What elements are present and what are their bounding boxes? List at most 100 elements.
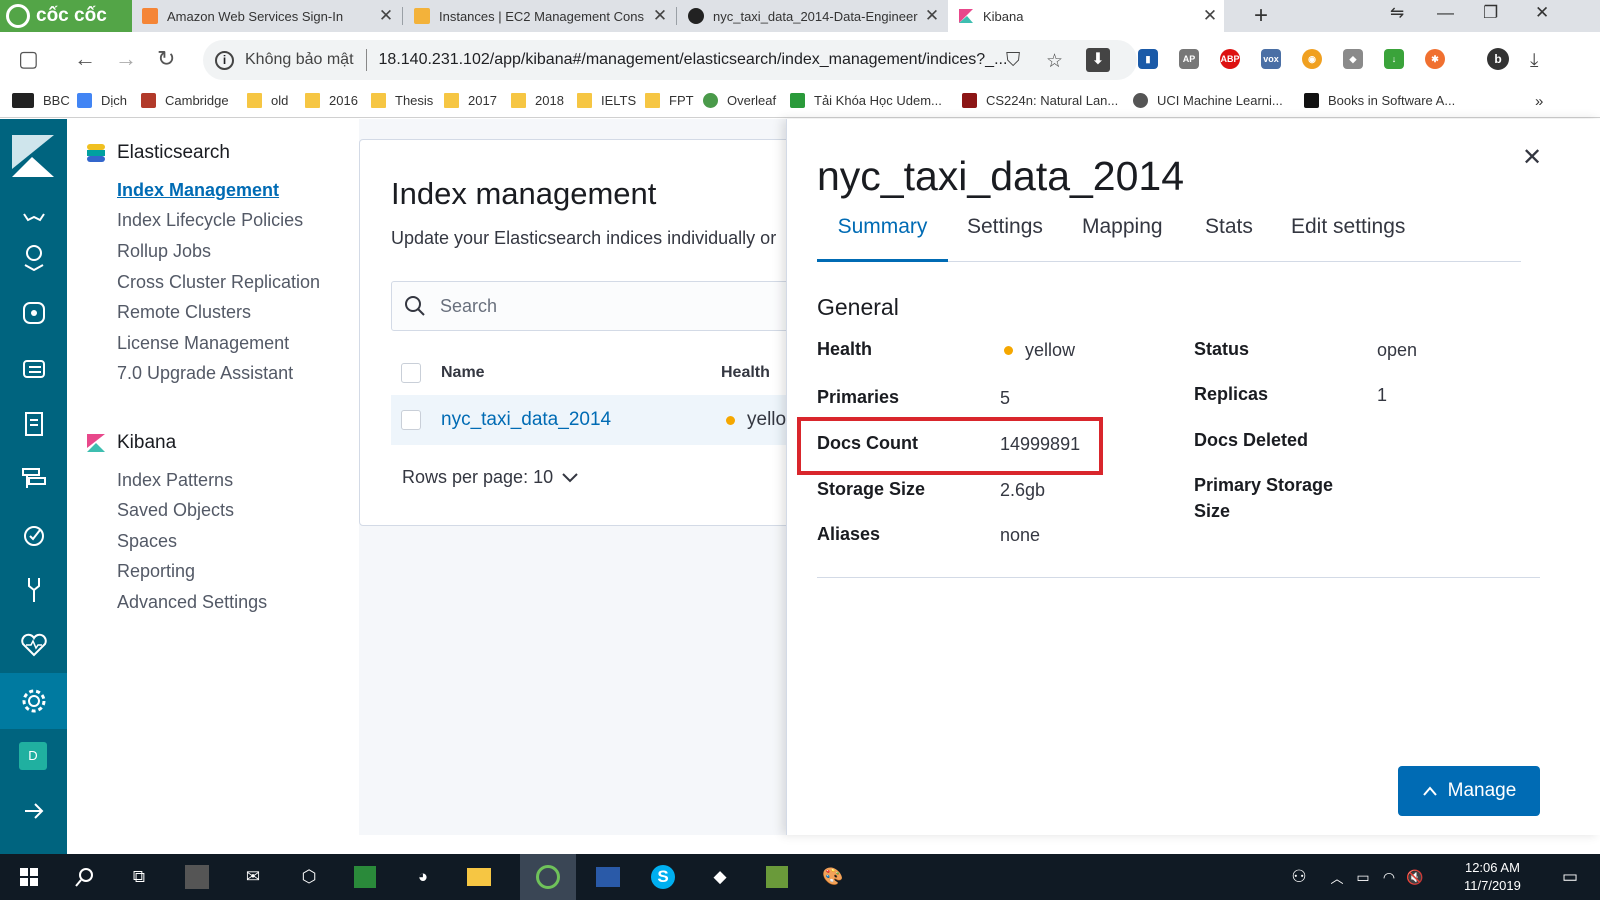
powershell-icon[interactable]: [593, 862, 623, 892]
tab-summary[interactable]: Summary: [817, 215, 948, 262]
address-bar[interactable]: i Không bảo mật 18.140.231.102/app/kiban…: [203, 40, 1137, 80]
bookmark-2018[interactable]: 2018: [511, 93, 564, 108]
monitoring-icon[interactable]: [19, 630, 49, 660]
share-extension-icon[interactable]: ✱: [1425, 49, 1445, 69]
nav-rollup-jobs[interactable]: Rollup Jobs: [117, 241, 211, 262]
coccoc-browser-icon[interactable]: [533, 862, 563, 892]
tab-github[interactable]: nyc_taxi_data_2014-Data-Engineer ✕: [678, 0, 946, 32]
bookmark-books[interactable]: Books in Software A...: [1304, 93, 1455, 108]
nav-advanced-settings[interactable]: Advanced Settings: [117, 592, 267, 613]
chrome-extension-icon[interactable]: ◉: [1302, 49, 1322, 69]
cisco-vpn-icon[interactable]: [350, 862, 380, 892]
adblock-extension-icon[interactable]: ABP: [1220, 49, 1240, 69]
nav-saved-objects[interactable]: Saved Objects: [117, 500, 234, 521]
close-icon[interactable]: ✕: [376, 6, 396, 26]
discover-icon[interactable]: [19, 202, 49, 232]
tab-mapping[interactable]: Mapping: [1082, 215, 1163, 262]
new-tab-icon[interactable]: +: [1254, 2, 1268, 30]
nav-spaces[interactable]: Spaces: [117, 531, 177, 552]
bookmark-old[interactable]: old: [247, 93, 288, 108]
profile-avatar[interactable]: b: [1487, 48, 1509, 70]
sidebar-toggle-icon[interactable]: ▢: [18, 46, 39, 72]
bookmark-cs224n[interactable]: CS224n: Natural Lan...: [962, 93, 1118, 108]
nav-license-management[interactable]: License Management: [117, 333, 289, 354]
forward-icon[interactable]: →: [115, 46, 137, 72]
taskbar-search-icon[interactable]: [70, 862, 100, 892]
tab-aws-signin[interactable]: Amazon Web Services Sign-In ✕: [132, 0, 400, 32]
download-extension-icon[interactable]: ↓: [1384, 49, 1404, 69]
paint-icon[interactable]: 🎨: [818, 862, 848, 892]
nav-upgrade-assistant[interactable]: 7.0 Upgrade Assistant: [117, 363, 293, 384]
photo-app-icon[interactable]: [762, 862, 792, 892]
virtualbox-icon[interactable]: ⬡: [294, 862, 324, 892]
kibana-logo-icon[interactable]: [12, 135, 54, 185]
row-checkbox[interactable]: [401, 410, 421, 430]
notifications-icon[interactable]: ▭: [1555, 862, 1585, 892]
apm-icon[interactable]: [19, 464, 49, 494]
nav-cross-cluster-replication[interactable]: Cross Cluster Replication: [117, 272, 320, 293]
user-avatar[interactable]: D: [19, 742, 47, 770]
bookmark-udemy[interactable]: Tải Khóa Học Udem...: [790, 93, 942, 108]
expand-nav-icon[interactable]: [19, 796, 49, 826]
tab-search-icon[interactable]: ⇋: [1390, 3, 1404, 23]
index-name-link[interactable]: nyc_taxi_data_2014: [441, 409, 726, 431]
info-icon[interactable]: i: [215, 50, 234, 70]
logs-icon[interactable]: [19, 409, 49, 439]
bookmark-bbc[interactable]: BBC: [12, 93, 70, 108]
url-text[interactable]: 18.140.231.102/app/kibana#/management/el…: [379, 51, 1019, 69]
bookmark-overleaf[interactable]: Overleaf: [703, 93, 776, 108]
nav-index-management[interactable]: Index Management: [117, 180, 279, 201]
shield-icon[interactable]: ⛉: [1006, 50, 1020, 72]
star-icon[interactable]: ☆: [1046, 50, 1063, 73]
dev-tools-icon[interactable]: [19, 575, 49, 605]
ml-icon[interactable]: [19, 298, 49, 328]
nav-index-patterns[interactable]: Index Patterns: [117, 470, 233, 491]
infrastructure-icon[interactable]: [19, 354, 49, 384]
mail-icon[interactable]: ✉: [238, 862, 268, 892]
task-view-icon[interactable]: ⧉: [124, 862, 154, 892]
search-box[interactable]: [391, 281, 799, 331]
bookmark-dich[interactable]: Dịch: [77, 93, 127, 108]
manage-button[interactable]: Manage: [1398, 766, 1540, 816]
window-close-icon[interactable]: ✕: [1535, 3, 1549, 23]
bookmark-2016[interactable]: 2016: [305, 93, 358, 108]
minimize-icon[interactable]: —: [1437, 3, 1454, 23]
column-name[interactable]: Name: [441, 364, 721, 382]
bookmark-ielts[interactable]: IELTS: [577, 93, 636, 108]
vox-extension-icon[interactable]: vox: [1261, 49, 1281, 69]
file-explorer-icon[interactable]: [464, 862, 494, 892]
skype-icon[interactable]: S: [648, 862, 678, 892]
nav-remote-clusters[interactable]: Remote Clusters: [117, 302, 251, 323]
tab-edit-settings[interactable]: Edit settings: [1291, 215, 1405, 262]
uptime-icon[interactable]: [19, 520, 49, 550]
tab-settings[interactable]: Settings: [967, 215, 1043, 262]
restore-icon[interactable]: ❐: [1483, 3, 1498, 23]
column-health[interactable]: Health: [721, 364, 770, 382]
tab-stats[interactable]: Stats: [1205, 215, 1253, 262]
git-icon[interactable]: ◆: [705, 862, 735, 892]
close-icon[interactable]: ✕: [922, 6, 942, 26]
bookmark-2017[interactable]: 2017: [444, 93, 497, 108]
downloads-icon[interactable]: ⤓: [1530, 50, 1538, 72]
reload-icon[interactable]: ↻: [157, 46, 175, 72]
bookmark-thesis[interactable]: Thesis: [371, 93, 433, 108]
close-icon[interactable]: ✕: [1200, 6, 1220, 26]
bookmark-fpt[interactable]: FPT: [645, 93, 694, 108]
bookmark-cambridge[interactable]: Cambridge: [141, 93, 229, 108]
search-input[interactable]: [440, 295, 740, 317]
people-icon[interactable]: ⚇: [1284, 862, 1314, 892]
download-page-icon[interactable]: ⬇: [1086, 48, 1110, 72]
nav-index-lifecycle-policies[interactable]: Index Lifecycle Policies: [117, 210, 303, 231]
bookmark-uci[interactable]: UCI Machine Learni...: [1133, 93, 1283, 108]
tab-kibana[interactable]: Kibana ✕: [948, 0, 1224, 32]
ap-extension-icon[interactable]: AP: [1179, 49, 1199, 69]
texmaker-icon[interactable]: [182, 862, 212, 892]
browser-brand[interactable]: cốc cốc: [0, 0, 132, 32]
nav-reporting[interactable]: Reporting: [117, 561, 195, 582]
close-flyout-icon[interactable]: ✕: [1522, 143, 1542, 172]
rows-per-page-selector[interactable]: Rows per page: 10: [402, 467, 579, 488]
tab-ec2-instances[interactable]: Instances | EC2 Management Cons ✕: [404, 0, 674, 32]
volume-muted-icon[interactable]: 🔇: [1400, 862, 1430, 892]
windows-start-icon[interactable]: [14, 862, 44, 892]
dropbox-extension-icon[interactable]: ◆: [1343, 49, 1363, 69]
